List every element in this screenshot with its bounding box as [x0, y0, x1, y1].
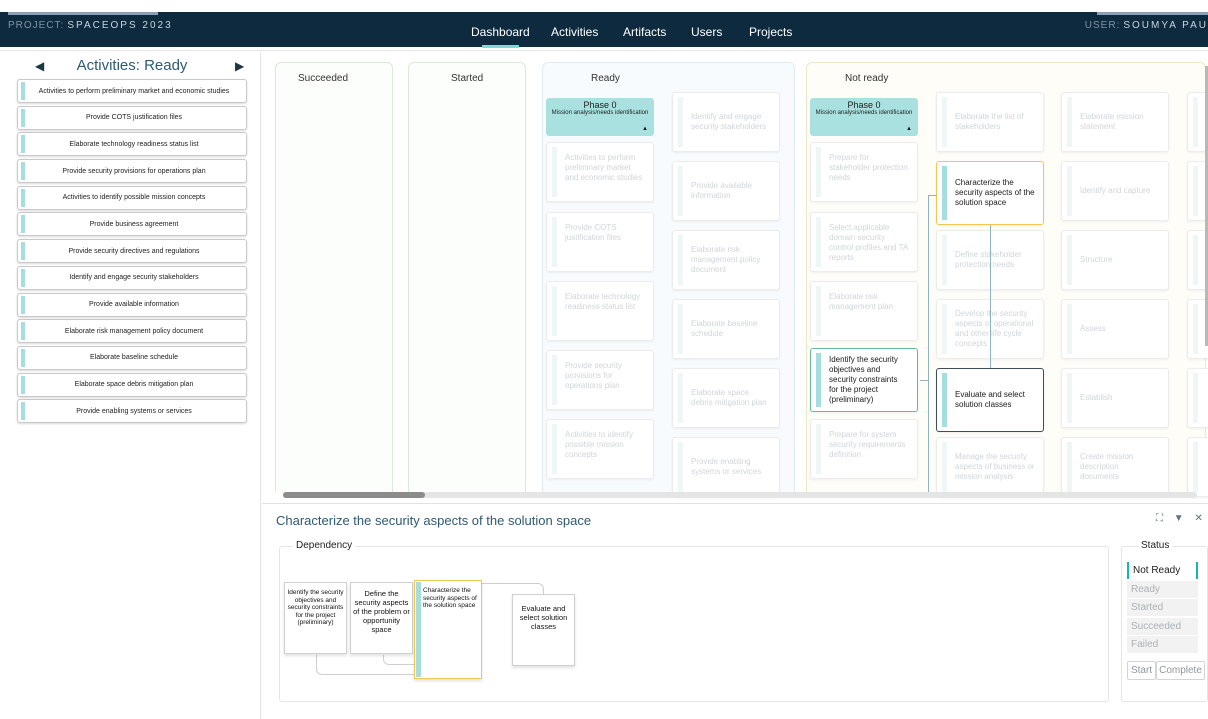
header-divider: [0, 50, 1208, 51]
activity-item[interactable]: Elaborate technology readiness status li…: [17, 132, 247, 157]
activity-item[interactable]: Provide available information: [17, 292, 247, 317]
activity-card[interactable]: Elaborate mission statement: [1061, 92, 1169, 152]
activity-card[interactable]: Provide enabling systems or services: [672, 437, 780, 497]
phase-header[interactable]: Phase 0 Mission analysis/needs identific…: [810, 98, 918, 136]
status-failed[interactable]: Failed: [1127, 636, 1198, 653]
activity-item[interactable]: Provide COTS justification files: [17, 105, 247, 130]
expand-icon[interactable]: ⛶: [1156, 513, 1163, 524]
detail-divider: [262, 503, 1208, 504]
dependency-card[interactable]: Define the security aspects of the probl…: [350, 582, 413, 654]
status-label: Status: [1138, 540, 1173, 551]
kanban-board: Succeeded Started Ready Not ready Phase …: [262, 52, 1208, 502]
activity-card[interactable]: Activities to perform preliminary market…: [546, 142, 654, 202]
phase-title: Phase 0: [847, 100, 881, 110]
activity-card[interactable]: Structure: [1061, 230, 1169, 290]
complete-button[interactable]: Complete: [1156, 661, 1205, 680]
activities-panel-header: ◀ Activities: Ready ▶: [17, 55, 247, 79]
activity-card-dependent[interactable]: Evaluate and select solution classes: [936, 368, 1044, 432]
activity-card[interactable]: Manage the security aspects of business …: [936, 437, 1044, 497]
status-ready[interactable]: Ready: [1127, 581, 1198, 598]
active-tab-indicator: [482, 45, 519, 48]
activities-panel-title: Activities: Ready: [76, 57, 188, 74]
status-started[interactable]: Started: [1127, 599, 1198, 616]
dependency-card-current[interactable]: Characterize the security aspects of the…: [414, 580, 482, 679]
activity-item[interactable]: Provide enabling systems or services: [17, 399, 247, 424]
column-title: Succeeded: [298, 73, 349, 84]
dependency-card[interactable]: Identify the security objectives and sec…: [284, 582, 347, 654]
activity-card[interactable]: Identify and engage security stakeholder…: [672, 92, 780, 152]
column-started: Started: [408, 62, 526, 492]
detail-controls: ⛶ ▼ ✕: [1156, 513, 1203, 524]
collapse-icon[interactable]: ▲: [906, 126, 912, 132]
activity-card-dependency[interactable]: Identify the security objectives and sec…: [810, 348, 918, 412]
activity-card-partial[interactable]: [1187, 437, 1208, 497]
activity-item[interactable]: Identify and engage security stakeholder…: [17, 265, 247, 290]
close-icon[interactable]: ✕: [1194, 513, 1202, 524]
activity-item[interactable]: Provide security directives and regulati…: [17, 239, 247, 264]
dependency-line: [383, 655, 417, 665]
activity-card[interactable]: Establish: [1061, 368, 1169, 428]
activity-card-selected[interactable]: Characterize the security aspects of the…: [936, 161, 1044, 225]
activity-card[interactable]: Elaborate the list of stakeholders: [936, 92, 1044, 152]
activity-card[interactable]: Identify and capture: [1061, 161, 1169, 221]
tab-activities[interactable]: Activities: [551, 25, 598, 39]
activity-card[interactable]: Select applicable domain security contro…: [810, 212, 918, 272]
activities-panel: ◀ Activities: Ready ▶ Activities to perf…: [17, 55, 247, 715]
column-title: Not ready: [845, 73, 889, 84]
activity-card[interactable]: Assess: [1061, 299, 1169, 359]
main-nav: Dashboard Activities Artifacts Users Pro…: [0, 12, 1208, 48]
next-arrow-icon[interactable]: ▶: [235, 59, 244, 73]
activity-item[interactable]: Provide business agreement: [17, 212, 247, 237]
activity-item[interactable]: Elaborate space debris mitigation plan: [17, 372, 247, 397]
activity-card[interactable]: Activities to identify possible mission …: [546, 419, 654, 479]
activity-card[interactable]: Elaborate technology readiness status li…: [546, 281, 654, 341]
dependency-connector: [928, 195, 937, 196]
column-title: Started: [451, 73, 484, 84]
activity-card[interactable]: Elaborate baseline schedule: [672, 299, 780, 359]
phase-header[interactable]: Phase 0 Mission analysis/needs identific…: [546, 98, 654, 136]
detail-title: Characterize the security aspects of the…: [276, 513, 592, 528]
panel-divider: [260, 52, 261, 719]
dependency-card[interactable]: Evaluate and select solution classes: [512, 594, 575, 666]
dependency-connector: [928, 195, 929, 495]
activity-card[interactable]: Elaborate risk management plan: [810, 281, 918, 341]
dependency-connector: [990, 225, 991, 368]
activity-card[interactable]: Provide available information: [672, 161, 780, 221]
activity-item[interactable]: Activities to perform preliminary market…: [17, 79, 247, 103]
tab-dashboard[interactable]: Dashboard: [471, 25, 530, 39]
activity-card[interactable]: Elaborate risk management policy documen…: [672, 230, 780, 290]
activity-card[interactable]: Provide security provisions for operatio…: [546, 350, 654, 410]
column-succeeded: Succeeded: [275, 62, 393, 492]
phase-subtitle: Mission analysis/needs identification: [815, 110, 913, 116]
scrollbar-thumb[interactable]: [283, 492, 425, 498]
activity-card[interactable]: Prepare for stakeholder protection needs: [810, 142, 918, 202]
board-horizontal-scrollbar[interactable]: [283, 492, 1197, 498]
dependency-line: [481, 583, 544, 594]
phase-title: Phase 0: [583, 100, 617, 110]
activity-card-partial[interactable]: [1187, 368, 1208, 428]
status-succeeded[interactable]: Succeeded: [1127, 618, 1198, 635]
activity-card[interactable]: Create mission description documents: [1061, 437, 1169, 497]
column-title: Ready: [591, 73, 620, 84]
activity-item[interactable]: Activities to identify possible mission …: [17, 185, 247, 210]
status-not-ready[interactable]: Not Ready: [1127, 562, 1198, 579]
start-button[interactable]: Start: [1127, 661, 1156, 680]
activity-card[interactable]: Prepare for system security requirements…: [810, 419, 918, 479]
tab-projects[interactable]: Projects: [749, 25, 792, 39]
activity-card[interactable]: Provide COTS justification files: [546, 212, 654, 272]
activity-item[interactable]: Provide security provisions for operatio…: [17, 159, 247, 184]
activity-card[interactable]: Elaborate space debris mitigation plan: [672, 368, 780, 428]
tab-users[interactable]: Users: [691, 25, 722, 39]
activity-list: Activities to perform preliminary market…: [17, 79, 247, 426]
collapse-down-icon[interactable]: ▼: [1174, 513, 1184, 524]
dependency-connector: [920, 380, 929, 381]
dependency-label: Dependency: [292, 540, 357, 551]
tab-artifacts[interactable]: Artifacts: [623, 25, 666, 39]
activity-item[interactable]: Elaborate baseline schedule: [17, 345, 247, 370]
activity-item[interactable]: Elaborate risk management policy documen…: [17, 319, 247, 344]
collapse-icon[interactable]: ▲: [642, 126, 648, 132]
phase-subtitle: Mission analysis/needs identification: [551, 110, 649, 116]
